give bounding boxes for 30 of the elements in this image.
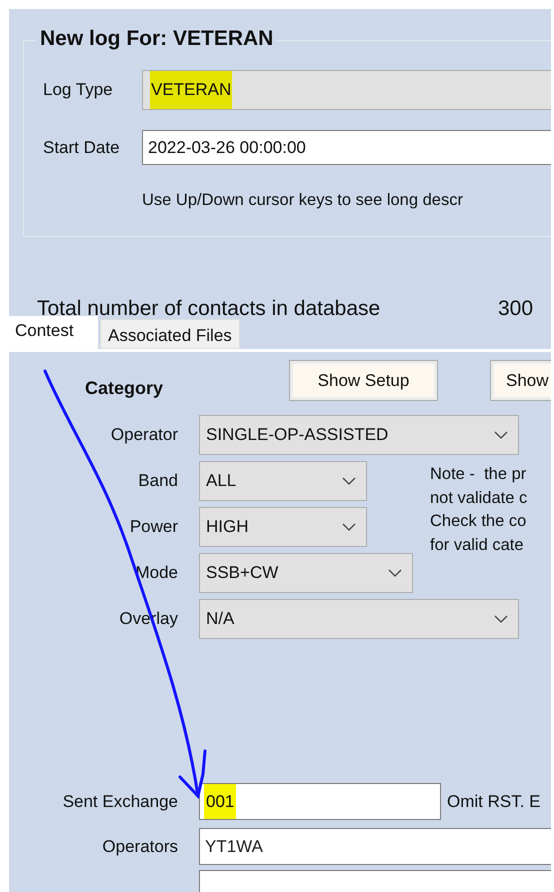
chevron-down-icon	[388, 569, 402, 577]
tab[interactable]: Associated Files	[100, 319, 240, 349]
category-heading: Category	[85, 376, 164, 400]
field-label: Band	[137, 470, 178, 492]
field-label: Sent Exchange	[62, 790, 178, 813]
dropdown[interactable]: HIGH	[199, 507, 367, 547]
exchange-note: Omit RST. E	[447, 790, 541, 813]
field-label: Power	[128, 516, 178, 538]
operators-input[interactable]: YT1WA	[199, 828, 551, 865]
dropdown[interactable]: SINGLE-OP-ASSISTED	[199, 415, 519, 455]
date-input[interactable]: 2022-03-26 00:00:00	[142, 130, 551, 165]
button[interactable]: Show	[490, 360, 551, 401]
total-value: 300	[498, 296, 534, 322]
dropdown[interactable]: N/A	[199, 599, 519, 639]
log-type-select[interactable]: VETERAN	[142, 70, 551, 110]
dropdown[interactable]: ALL	[199, 461, 367, 501]
field-label: Operators	[101, 836, 178, 858]
dropdown[interactable]: SSB+CW	[199, 553, 413, 593]
exchange-input[interactable]: 001	[199, 783, 441, 820]
chevron-down-icon	[342, 477, 356, 485]
field-label: Operator	[110, 424, 178, 446]
chevron-down-icon	[342, 523, 356, 531]
tab[interactable]: Contest	[9, 316, 98, 349]
hint-text: Use Up/Down cursor keys to see long descr	[142, 190, 464, 211]
note-text: Note - the pr not validate c Check the co for valid cate	[430, 464, 528, 556]
chevron-down-icon	[494, 431, 508, 439]
chevron-down-icon	[494, 615, 508, 623]
button[interactable]: Show Setup	[289, 360, 438, 401]
field-label: Log Type	[42, 79, 114, 102]
field-label: Start Date	[42, 136, 121, 159]
